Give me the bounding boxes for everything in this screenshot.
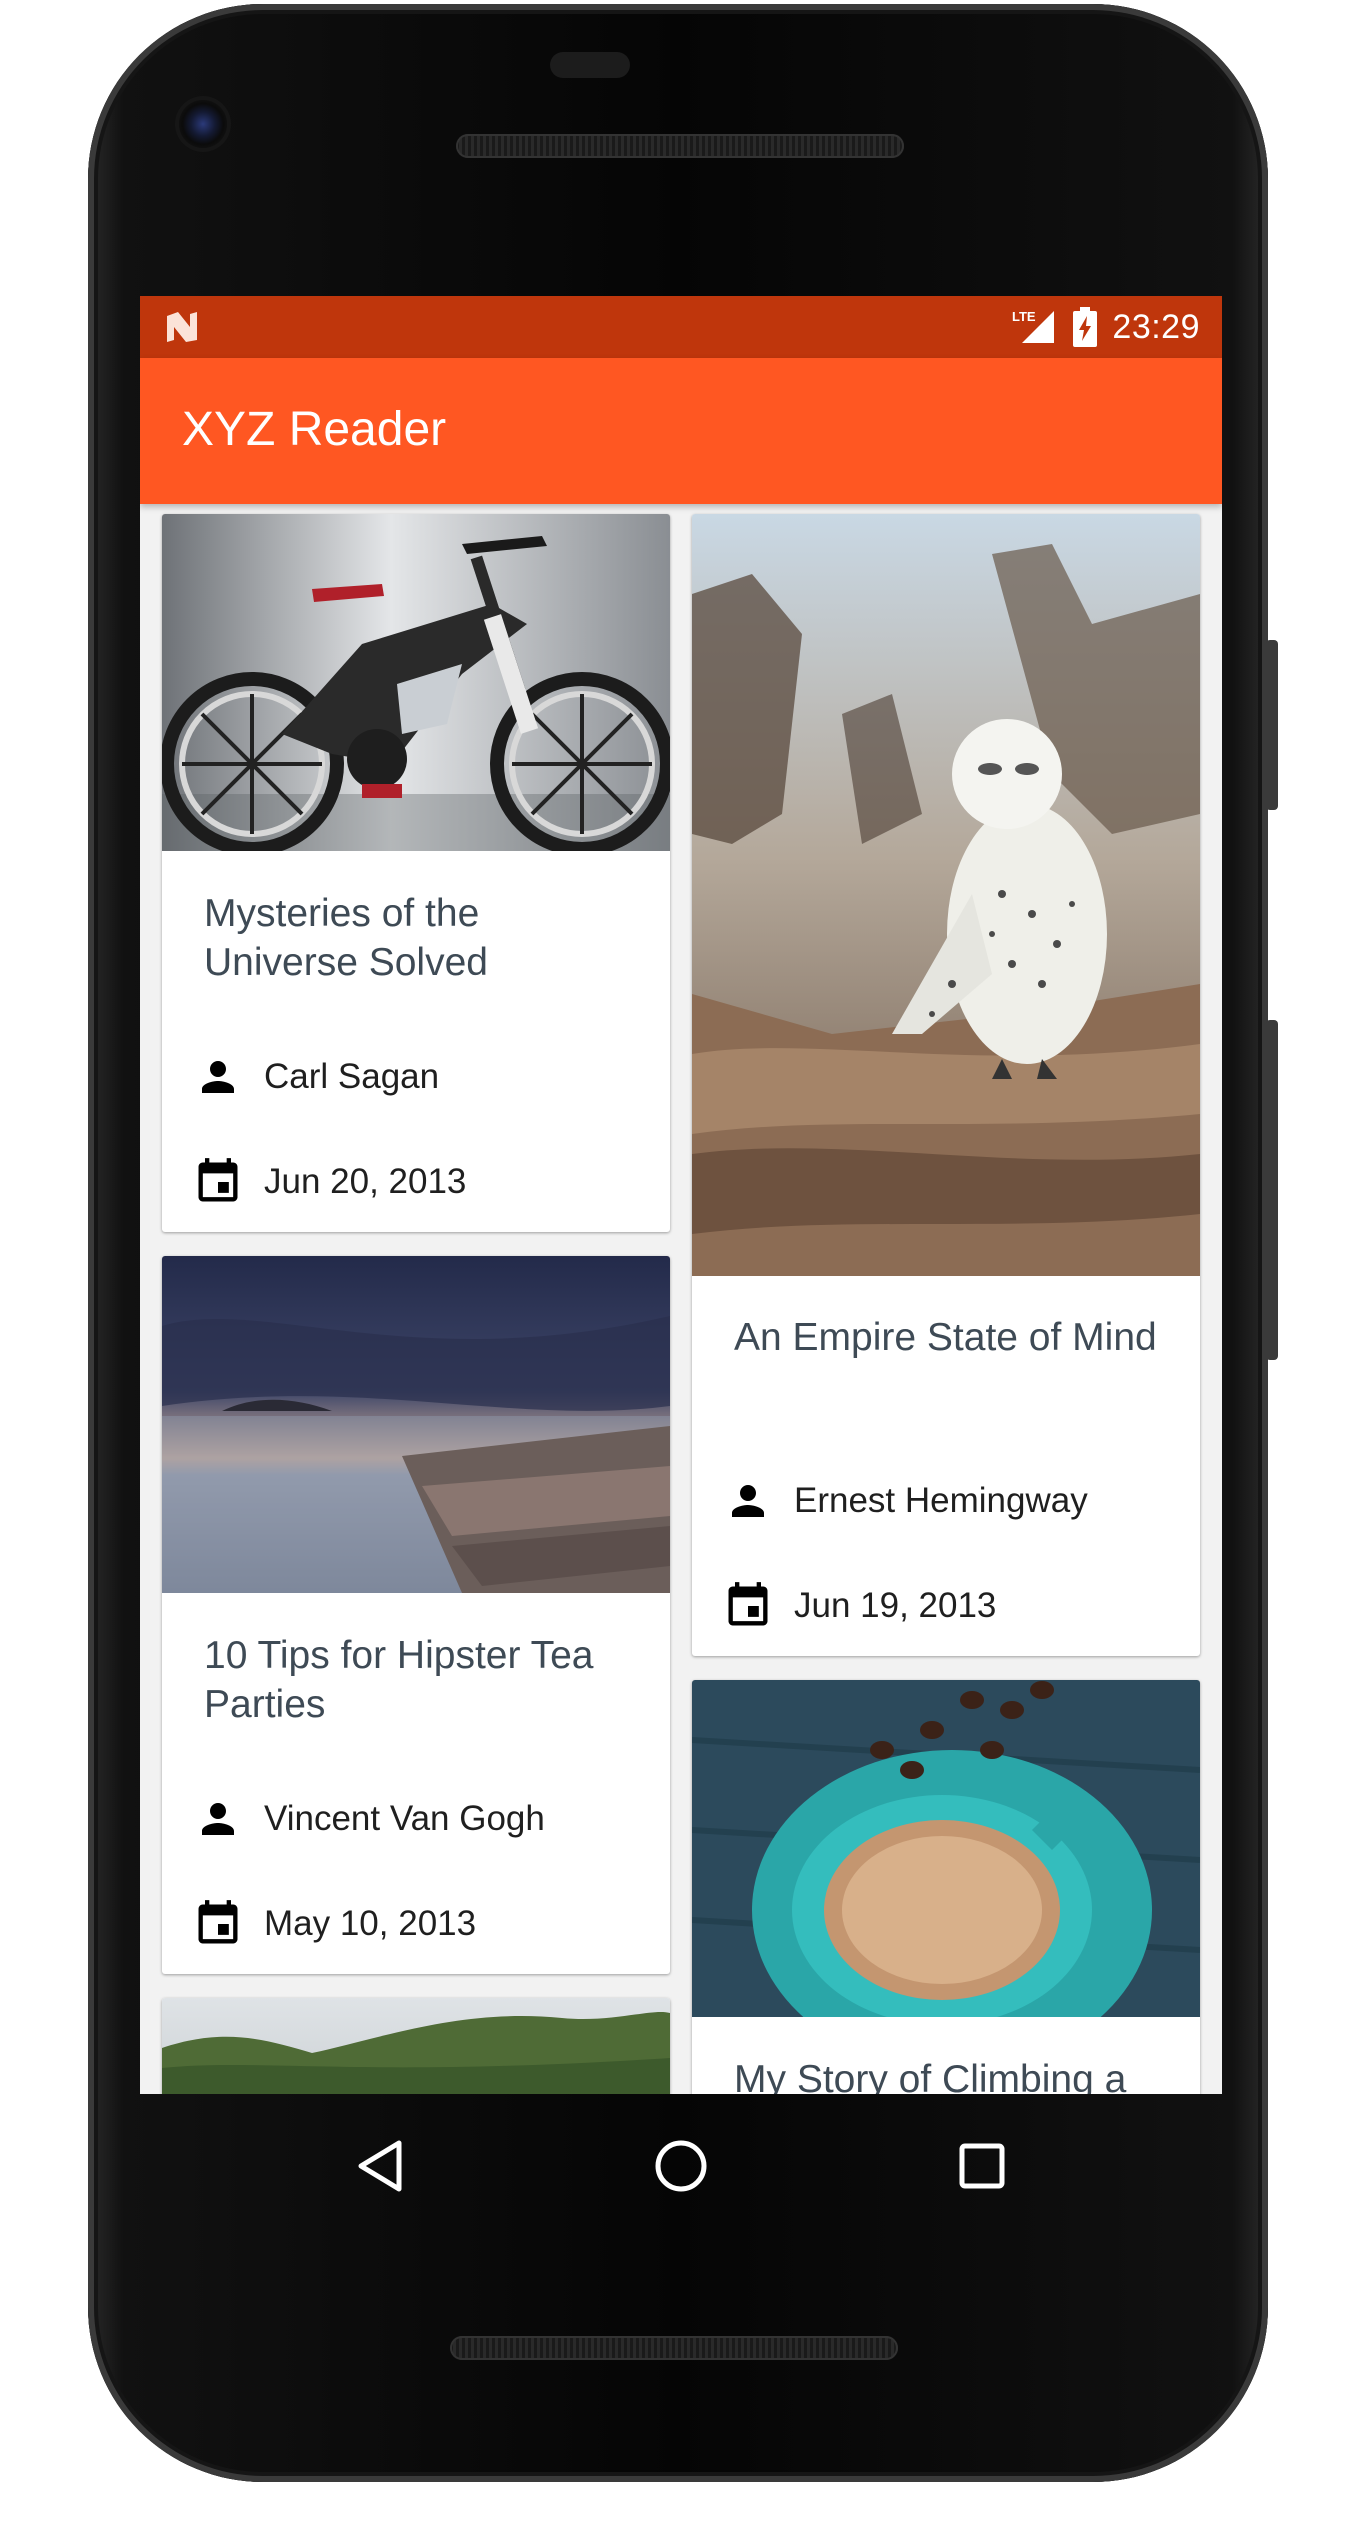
back-triangle-icon [358,2140,402,2192]
article-card[interactable]: An Empire State of Mind Ernest Hemingway… [692,514,1200,1656]
article-date: Jun 20, 2013 [264,1162,467,1201]
screen: LTE 23:29 XYZ Reader Mysteries of the Un… [140,296,1222,2094]
date-row: Jun 19, 2013 [720,1578,996,1634]
article-title: An Empire State of Mind [734,1316,1157,1359]
author-row: Ernest Hemingway [720,1473,1088,1529]
article-title: Mysteries of the Universe Solved [204,892,488,984]
status-time: 23:29 [1112,307,1200,346]
earpiece-speaker [456,134,904,158]
date-row: May 10, 2013 [190,1896,476,1952]
article-title: My Story of Climbing a [734,2058,1127,2094]
calendar-icon [720,1578,776,1634]
article-date: May 10, 2013 [264,1904,477,1943]
status-bar: LTE 23:29 [140,296,1222,358]
article-grid[interactable]: Mysteries of the Universe Solved Carl Sa… [140,504,1222,2094]
android-n-icon [167,312,197,342]
author-row: Carl Sagan [190,1049,439,1105]
person-icon [190,1049,246,1105]
back-button[interactable] [348,2134,412,2198]
author-name: Vincent Van Gogh [264,1799,545,1838]
person-icon [720,1473,776,1529]
home-button[interactable] [649,2134,713,2198]
author-name: Carl Sagan [264,1057,440,1096]
article-card[interactable]: 10 Tips for Hipster Tea Parties Vincent … [162,1256,670,1974]
date-row: Jun 20, 2013 [190,1154,466,1210]
front-sensor [550,52,630,78]
bottom-speaker [450,2336,898,2360]
rocky-shore-sunset-photo [162,1256,670,1593]
home-circle-icon [655,2140,707,2192]
lte-signal-icon: LTE [1012,309,1055,343]
front-camera [179,100,227,148]
recents-button[interactable] [950,2134,1014,2198]
person-icon [190,1791,246,1847]
coffee-cup-photo [692,1680,1200,2017]
power-button [1266,640,1278,810]
author-row: Vincent Van Gogh [190,1791,545,1847]
green-hills-photo [162,1998,670,2094]
status-icons: LTE 23:29 [1010,296,1200,358]
article-card[interactable]: My Story of Climbing a [692,1680,1200,2094]
navigation-bar [140,2094,1222,2234]
recents-square-icon [959,2143,1005,2189]
electric-bicycle-photo [162,514,670,851]
author-name: Ernest Hemingway [794,1481,1088,1520]
volume-button [1266,1020,1278,1360]
article-title: 10 Tips for Hipster Tea Parties [204,1634,594,1726]
article-card[interactable] [162,1998,670,2094]
app-title: XYZ Reader [182,403,447,456]
app-bar: XYZ Reader [140,358,1222,504]
article-date: Jun 19, 2013 [794,1586,997,1625]
svg-text:LTE: LTE [1012,309,1036,324]
snowy-owl-photo [692,514,1200,1276]
calendar-icon [190,1896,246,1952]
battery-charging-icon [1073,307,1098,347]
calendar-icon [190,1154,246,1210]
article-card[interactable]: Mysteries of the Universe Solved Carl Sa… [162,514,670,1232]
